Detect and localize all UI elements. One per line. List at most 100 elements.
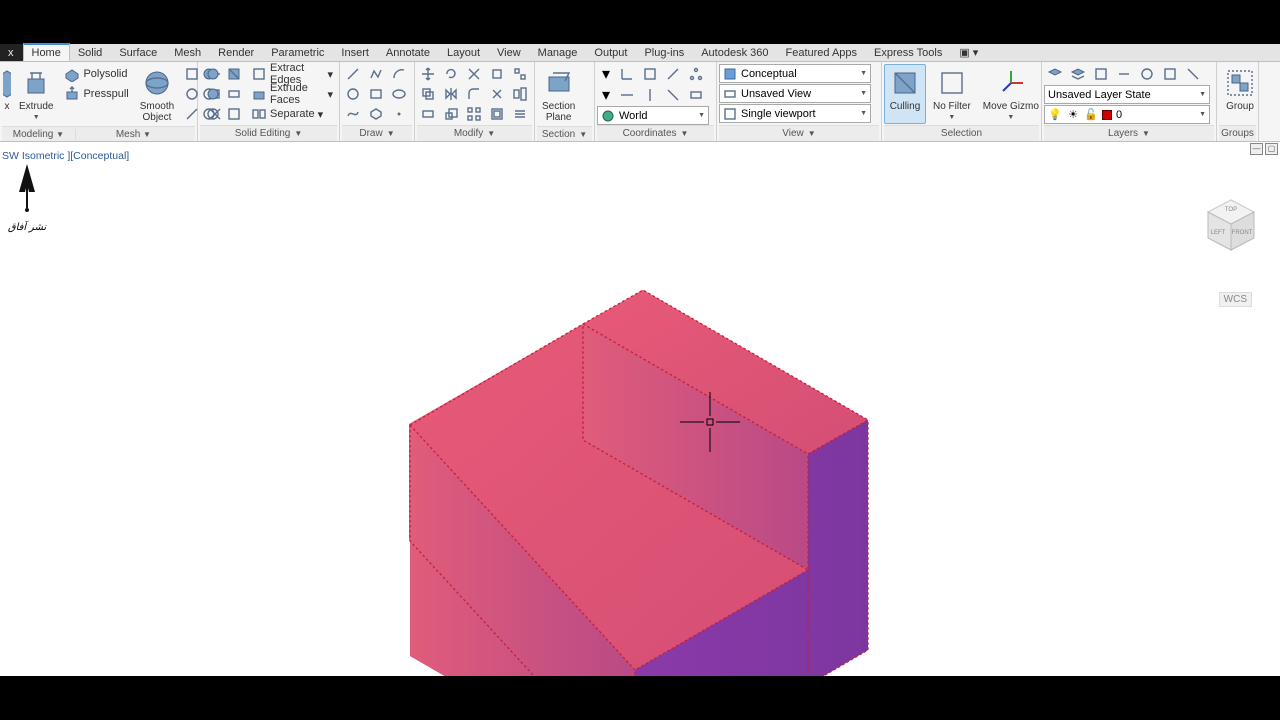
ucs-world-dropdown[interactable]: World▼ — [597, 106, 709, 125]
extrude-faces-button[interactable]: Extrude Faces ▾ — [247, 84, 337, 104]
move-gizmo-button[interactable]: Move Gizmo ▼ — [978, 64, 1044, 124]
tab-focus[interactable]: ▣ ▾ — [951, 44, 987, 61]
panel-title-layers[interactable]: Layers▼ — [1044, 125, 1214, 141]
ucs-y-button[interactable] — [639, 85, 661, 105]
tab-insert[interactable]: Insert — [333, 44, 378, 61]
move-button[interactable] — [417, 64, 439, 84]
subtract-button[interactable] — [200, 84, 222, 104]
box-button[interactable]: x — [2, 64, 12, 124]
array-button[interactable] — [463, 104, 485, 124]
extrude-button[interactable]: Extrude ▼ — [14, 64, 58, 124]
mirror-button[interactable] — [440, 84, 462, 104]
viewport-dropdown[interactable]: Single viewport▼ — [719, 104, 871, 123]
fillet-button[interactable] — [463, 84, 485, 104]
rectangle-button[interactable] — [365, 84, 387, 104]
view-dropdown[interactable]: Unsaved View▼ — [719, 84, 871, 103]
extract-edges-button[interactable]: Extract Edges ▾ — [247, 64, 337, 84]
tab-surface[interactable]: Surface — [111, 44, 166, 61]
ucs-view-button[interactable] — [685, 85, 707, 105]
sel-button[interactable] — [509, 64, 531, 84]
polygon-button[interactable] — [365, 104, 387, 124]
layer-tool-4[interactable] — [1113, 64, 1135, 84]
visual-style-dropdown[interactable]: Conceptual▼ — [719, 64, 871, 83]
panel-title-modify[interactable]: Modify▼ — [417, 125, 532, 141]
group-button[interactable]: Group — [1219, 64, 1261, 124]
viewport-maximize-button[interactable]: ▢ — [1265, 143, 1278, 155]
layer-tool-6[interactable] — [1159, 64, 1181, 84]
layer-state-dropdown[interactable]: Unsaved Layer State▼ — [1044, 85, 1210, 104]
polyline-button[interactable] — [365, 64, 387, 84]
panel-title-mesh[interactable]: Mesh ▼ — [75, 129, 191, 140]
circle-button[interactable] — [342, 84, 364, 104]
tab-autodesk360[interactable]: Autodesk 360 — [693, 44, 777, 61]
copy-button[interactable] — [417, 84, 439, 104]
panel-title-draw[interactable]: Draw▼ — [342, 125, 412, 141]
section-plane-button[interactable]: Section Plane — [537, 64, 580, 126]
drawing-canvas[interactable]: SW Isometric ][Conceptual] نشر آفاق — [0, 142, 1280, 676]
layer-tool-1[interactable] — [1044, 64, 1066, 84]
arc-button[interactable] — [388, 64, 410, 84]
ucs-z-button[interactable] — [662, 85, 684, 105]
layer-tool-5[interactable] — [1136, 64, 1158, 84]
ucs-dd[interactable]: ▾ — [597, 64, 615, 84]
trim-button[interactable] — [463, 64, 485, 84]
slice-button[interactable] — [223, 64, 245, 84]
union-button[interactable] — [200, 64, 222, 84]
tab-plugins[interactable]: Plug-ins — [636, 44, 693, 61]
tab-mesh[interactable]: Mesh — [166, 44, 210, 61]
tab-home[interactable]: Home — [23, 43, 70, 61]
viewport-minimize-button[interactable]: — — [1250, 143, 1263, 155]
tab-view[interactable]: View — [489, 44, 530, 61]
explode-button[interactable] — [486, 84, 508, 104]
polysolid-button[interactable]: Polysolid — [60, 64, 132, 84]
tab-app[interactable]: x — [0, 44, 23, 61]
separate-button[interactable]: Separate ▾ — [247, 104, 337, 124]
stretch-button[interactable] — [417, 104, 439, 124]
tab-output[interactable]: Output — [586, 44, 636, 61]
panel-title-section[interactable]: Section▼ — [537, 126, 592, 141]
tab-layout[interactable]: Layout — [439, 44, 489, 61]
ucs-3point-button[interactable] — [685, 64, 707, 84]
panel-title-selection[interactable]: Selection — [884, 125, 1039, 141]
align-button[interactable] — [509, 84, 531, 104]
point-button[interactable] — [388, 104, 410, 124]
tab-render[interactable]: Render — [210, 44, 263, 61]
ucs-x-button[interactable] — [616, 85, 638, 105]
wcs-label[interactable]: WCS — [1219, 292, 1252, 307]
tab-featured-apps[interactable]: Featured Apps — [777, 44, 866, 61]
panel-title-groups[interactable]: Groups — [1219, 125, 1256, 141]
panel-title-view[interactable]: View▼ — [719, 125, 879, 141]
line-button[interactable] — [342, 64, 364, 84]
culling-button[interactable]: Culling — [884, 64, 926, 124]
panel-title-solid-editing[interactable]: Solid Editing▼ — [200, 125, 337, 141]
rotate-button[interactable] — [440, 64, 462, 84]
ucs-origin-button[interactable] — [662, 64, 684, 84]
layer-tool-2[interactable] — [1067, 64, 1089, 84]
spline-button[interactable] — [342, 104, 364, 124]
offset-edge-button[interactable] — [509, 104, 531, 124]
scale-button[interactable] — [440, 104, 462, 124]
panel-title-coordinates[interactable]: Coordinates▼ — [597, 125, 714, 141]
ucs-icon-button[interactable] — [616, 64, 638, 84]
thicken-button[interactable] — [223, 84, 245, 104]
no-filter-button[interactable]: No Filter ▼ — [928, 64, 976, 124]
viewport-label[interactable]: SW Isometric ][Conceptual] — [2, 150, 129, 162]
tab-manage[interactable]: Manage — [530, 44, 587, 61]
intersect-button[interactable] — [200, 104, 222, 124]
tab-annotate[interactable]: Annotate — [378, 44, 439, 61]
ellipse-button[interactable] — [388, 84, 410, 104]
layer-dropdown[interactable]: 💡 ☀ 🔓 0▼ — [1044, 105, 1210, 124]
ucs-named-button[interactable] — [639, 64, 661, 84]
tab-solid[interactable]: Solid — [70, 44, 111, 61]
layer-tool-3[interactable] — [1090, 64, 1112, 84]
tab-parametric[interactable]: Parametric — [263, 44, 333, 61]
layer-tool-7[interactable] — [1182, 64, 1204, 84]
smooth-object-button[interactable]: Smooth Object — [135, 64, 179, 126]
tab-express-tools[interactable]: Express Tools — [866, 44, 951, 61]
presspull-button[interactable]: Presspull — [60, 84, 132, 104]
imprint-button[interactable] — [223, 104, 245, 124]
viewcube[interactable]: TOP FRONT LEFT — [1196, 192, 1266, 292]
offset-button[interactable] — [486, 104, 508, 124]
panel-title-modeling[interactable]: Modeling ▼ — [6, 129, 71, 140]
erase-button[interactable] — [486, 64, 508, 84]
